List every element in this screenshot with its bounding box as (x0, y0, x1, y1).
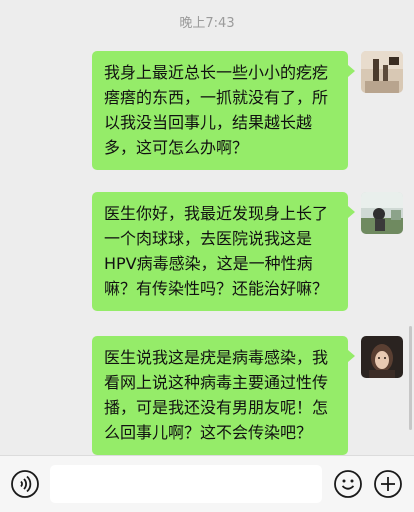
avatar[interactable] (361, 336, 403, 378)
message-bubble[interactable]: 我身上最近总长一些小小的疙疙瘩瘩的东西，一抓就没有了，所以我没当回事儿，结果越长… (92, 51, 355, 170)
message-timestamp: 晚上7:43 (179, 16, 235, 31)
chat-input-bar (0, 455, 414, 512)
scrollbar[interactable] (409, 326, 412, 430)
plus-icon[interactable] (373, 469, 403, 499)
message-bubble[interactable]: 医生说我这是疣是病毒感染，我看网上说这种病毒主要通过性传播，可是我还没有男朋友呢… (92, 336, 355, 455)
message-bubble[interactable]: 医生你好，我最近发现身上长了一个肉球球，去医院说我这是HPV病毒感染，这是一种性… (92, 192, 355, 311)
avatar[interactable] (361, 192, 403, 234)
avatar[interactable] (361, 51, 403, 93)
emoji-icon[interactable] (333, 469, 363, 499)
voice-icon[interactable] (10, 469, 40, 499)
message-input[interactable] (50, 465, 322, 503)
